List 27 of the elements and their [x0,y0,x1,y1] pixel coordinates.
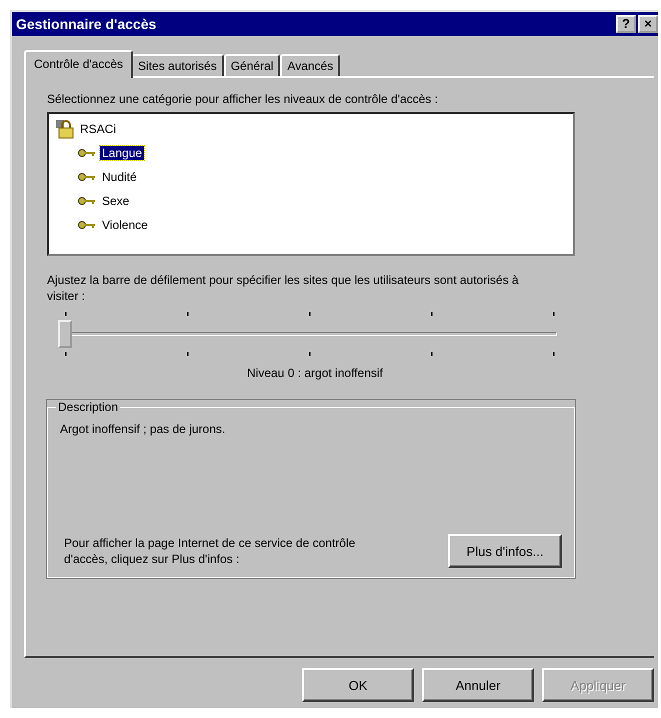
description-text: Argot inoffensif ; pas de jurons. [60,422,226,436]
window-title: Gestionnaire d'accès [16,16,156,32]
tree-item[interactable]: Sexe [100,194,132,208]
more-info-button[interactable]: Plus d'infos... [448,534,562,568]
tab[interactable]: Général [224,54,280,76]
help-button[interactable]: ? [616,15,636,33]
tree-item[interactable]: Violence [100,218,150,232]
group-title: Description [57,400,120,414]
close-button[interactable]: × [638,15,658,33]
tree-item[interactable]: Langue [100,146,144,160]
slider-label: Ajustez la barre de défilement pour spécifier les sites que les utilisateurs sont autorisés à visiter : [47,272,520,304]
key-icon [78,148,96,158]
tree-item[interactable]: RSACi [78,122,118,136]
dialog-button[interactable]: OK [302,668,414,702]
tab[interactable]: Avancés [280,54,340,76]
dialog-button[interactable]: Annuler [422,668,534,702]
level-text: Niveau 0 : argot inoffensif [247,366,384,380]
key-icon [78,172,96,182]
key-icon [78,220,96,230]
tab[interactable]: Contrôle d'accès [24,50,134,78]
key-icon [78,196,96,206]
tree-item[interactable]: Nudité [100,170,139,184]
lock-icon [54,119,74,139]
category-label: Sélectionnez une catégorie pour afficher les niveaux de contrôle d'accès : [47,92,439,106]
slider-thumb[interactable] [58,320,72,348]
tab[interactable]: Sites autorisés [131,54,224,76]
info-text: Pour afficher la page Internet de ce service de contrôle d'accès, cliquez sur Plus d'infos : [64,535,356,567]
